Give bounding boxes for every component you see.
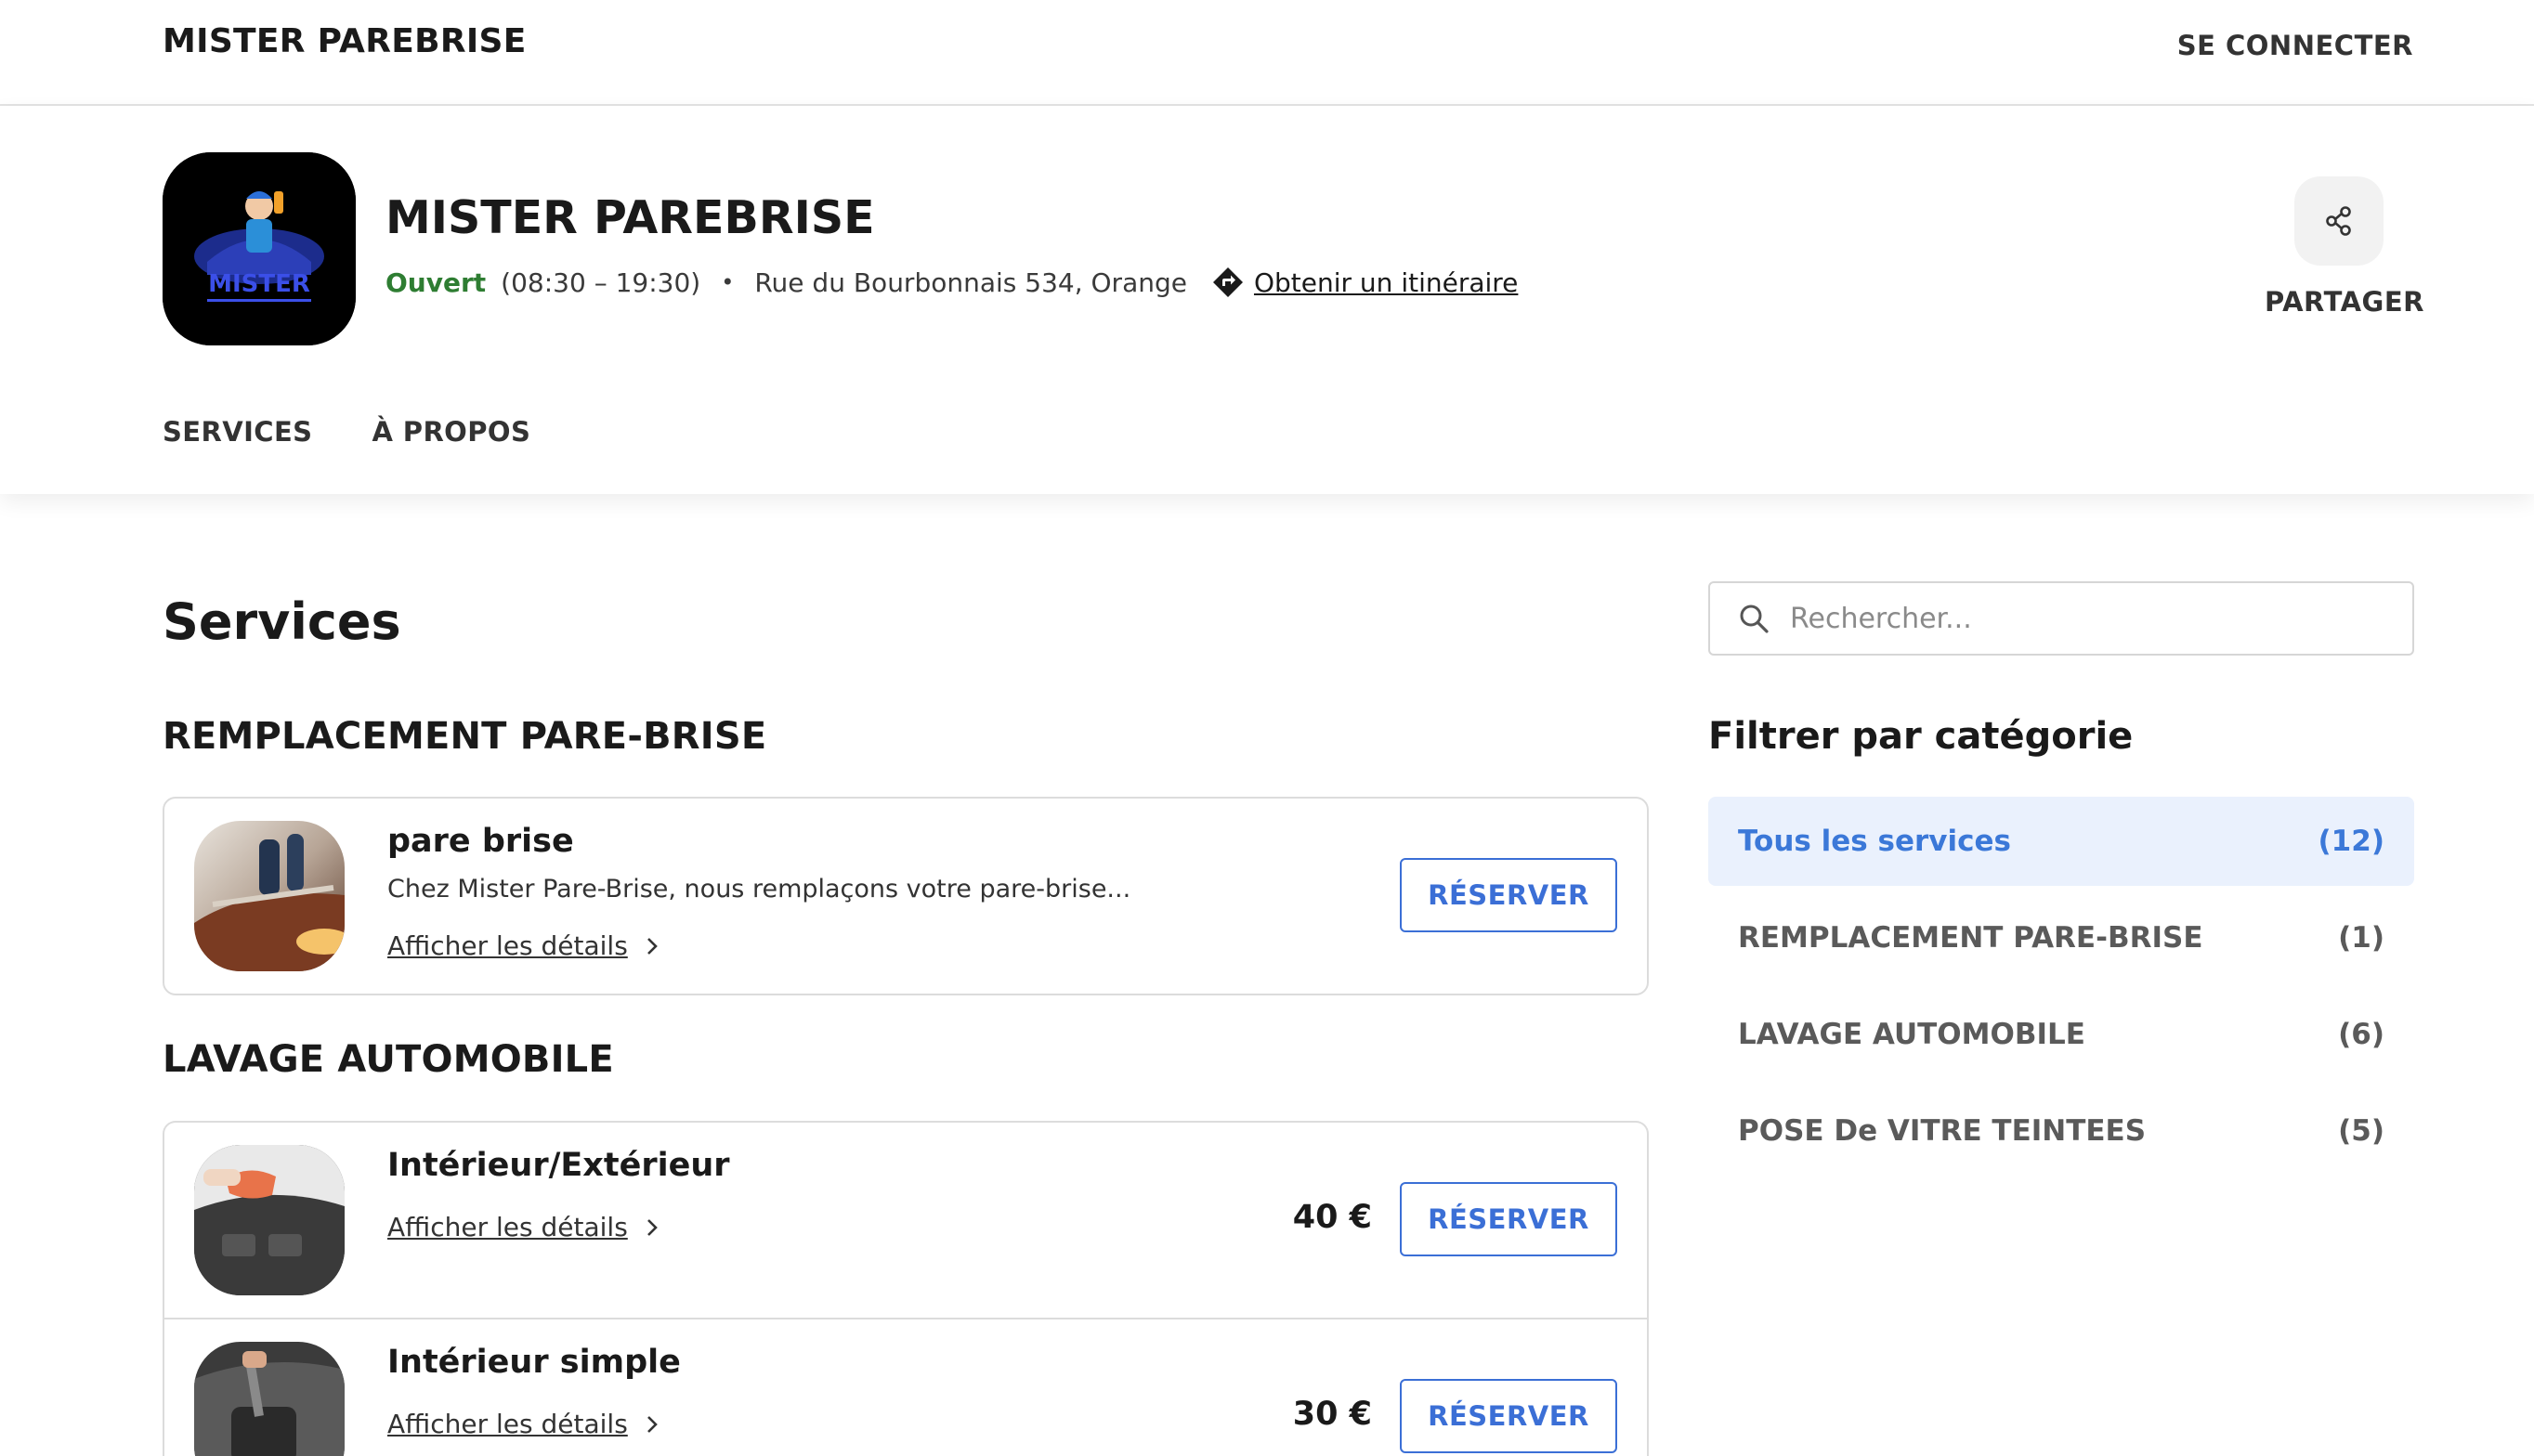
service-thumbnail	[194, 821, 345, 971]
chevron-right-icon	[647, 937, 658, 955]
business-name: MISTER PAREBRISE	[385, 191, 875, 244]
interior-cleaning-photo	[194, 1145, 345, 1295]
search-input[interactable]	[1790, 591, 2384, 646]
logo-wordmark: MISTER	[208, 270, 310, 298]
service-price: 40 €	[1292, 1199, 1372, 1236]
filter-label: Tous les services	[1738, 825, 2011, 858]
service-name: Intérieur simple	[387, 1344, 681, 1381]
service-price: 30 €	[1292, 1396, 1372, 1433]
filter-windshield-replacement[interactable]: REMPLACEMENT PARE-BRISE (1)	[1708, 893, 2414, 982]
category-title: REMPLACEMENT PARE-BRISE	[163, 715, 767, 758]
show-details-label: Afficher les détails	[387, 1212, 628, 1242]
filter-count: (12)	[2318, 825, 2384, 858]
service-card: pare brise Chez Mister Pare-Brise, nous …	[163, 797, 1649, 995]
open-status: Ouvert	[385, 266, 487, 298]
service-description: Chez Mister Pare-Brise, nous remplaçons …	[387, 875, 1131, 904]
section-nav: SERVICES À PROPOS	[163, 416, 530, 448]
filter-tinted-windows[interactable]: POSE De VITRE TEINTEES (5)	[1708, 1086, 2414, 1176]
reserve-button[interactable]: RÉSERVER	[1400, 858, 1617, 932]
search-icon	[1740, 604, 1769, 633]
service-name: pare brise	[387, 823, 574, 860]
directions-icon[interactable]	[1211, 266, 1245, 299]
logo-illustration: MISTER	[163, 152, 356, 345]
service-thumbnail	[194, 1342, 345, 1456]
share-control: PARTAGER	[2265, 176, 2423, 318]
reserve-button[interactable]: RÉSERVER	[1400, 1379, 1617, 1453]
windshield-photo	[194, 821, 345, 971]
business-header: MISTER MISTER PAREBRISE Ouvert (08:30 – …	[0, 106, 2534, 494]
service-row: Intérieur simple Afficher les détails 30…	[164, 1318, 1647, 1456]
filter-label: POSE De VITRE TEINTEES	[1738, 1114, 2147, 1148]
show-details-link[interactable]: Afficher les détails	[387, 1409, 660, 1439]
show-details-label: Afficher les détails	[387, 930, 628, 961]
show-details-label: Afficher les détails	[387, 1409, 628, 1439]
category-title: LAVAGE AUTOMOBILE	[163, 1038, 614, 1081]
top-bar: MISTER PAREBRISE SE CONNECTER	[0, 0, 2534, 106]
filter-label: LAVAGE AUTOMOBILE	[1738, 1018, 2085, 1051]
filter-count: (6)	[2338, 1018, 2384, 1051]
filter-count: (5)	[2338, 1114, 2384, 1148]
chevron-right-icon	[647, 1415, 658, 1433]
service-name: Intérieur/Extérieur	[387, 1147, 730, 1184]
share-icon	[2326, 206, 2351, 236]
chevron-right-icon	[647, 1218, 658, 1236]
reserve-button[interactable]: RÉSERVER	[1400, 1182, 1617, 1256]
service-thumbnail	[194, 1145, 345, 1295]
services-heading: Services	[163, 592, 401, 651]
show-details-link[interactable]: Afficher les détails	[387, 930, 660, 961]
separator-dot: •	[721, 269, 735, 295]
filter-car-wash[interactable]: LAVAGE AUTOMOBILE (6)	[1708, 990, 2414, 1079]
show-details-link[interactable]: Afficher les détails	[387, 1212, 660, 1242]
filter-heading: Filtrer par catégorie	[1708, 715, 2134, 758]
share-label[interactable]: PARTAGER	[2265, 286, 2423, 318]
business-address: Rue du Bourbonnais 534, Orange	[754, 266, 1187, 298]
category-filter-list: Tous les services (12) REMPLACEMENT PARE…	[1708, 797, 2414, 1183]
vacuum-cleaning-photo	[194, 1342, 345, 1456]
directions-link[interactable]: Obtenir un itinéraire	[1254, 267, 1518, 298]
business-info: Ouvert (08:30 – 19:30) • Rue du Bourbonn…	[385, 262, 1518, 303]
login-link[interactable]: SE CONNECTER	[2177, 30, 2413, 61]
service-card: Intérieur/Extérieur Afficher les détails…	[163, 1121, 1649, 1456]
opening-hours: (08:30 – 19:30)	[501, 266, 701, 298]
service-row: pare brise Chez Mister Pare-Brise, nous …	[164, 799, 1647, 994]
filter-label: REMPLACEMENT PARE-BRISE	[1738, 921, 2203, 955]
filter-all-services[interactable]: Tous les services (12)	[1708, 797, 2414, 886]
service-row: Intérieur/Extérieur Afficher les détails…	[164, 1123, 1647, 1318]
search-box[interactable]	[1708, 581, 2414, 656]
nav-services[interactable]: SERVICES	[163, 416, 312, 448]
business-logo: MISTER	[163, 152, 356, 345]
brand-name[interactable]: MISTER PAREBRISE	[163, 22, 527, 60]
nav-about[interactable]: À PROPOS	[372, 416, 530, 448]
share-button[interactable]	[2294, 176, 2384, 266]
filter-count: (1)	[2338, 921, 2384, 955]
